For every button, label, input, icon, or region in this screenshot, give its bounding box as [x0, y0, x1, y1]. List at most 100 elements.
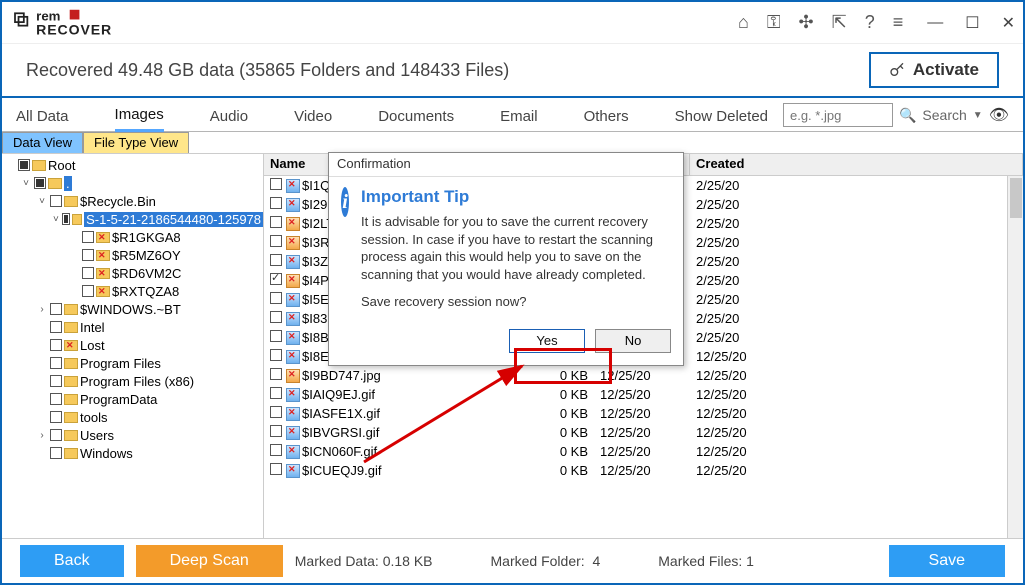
preview-toggle-icon[interactable]: 👁 [989, 105, 1009, 125]
search-input[interactable] [783, 103, 893, 127]
tree-item[interactable]: Lost [4, 336, 263, 354]
checkbox[interactable] [50, 303, 62, 315]
checkbox[interactable] [270, 368, 282, 380]
checkbox[interactable] [270, 216, 282, 228]
category-tab-show-deleted[interactable]: Show Deleted [675, 108, 768, 131]
checkbox[interactable] [270, 178, 282, 190]
help-icon[interactable]: ? [865, 12, 875, 33]
file-row[interactable]: $ICUEQJ9.gif0 KB12/25/2012/25/20 [264, 461, 1023, 480]
checkbox[interactable] [50, 195, 62, 207]
tree-item[interactable]: tools [4, 408, 263, 426]
tree-item[interactable]: ˅. [4, 174, 263, 192]
tree-item[interactable]: ˅$Recycle.Bin [4, 192, 263, 210]
share-icon[interactable]: ✣ [799, 12, 814, 33]
category-tab-audio[interactable]: Audio [210, 108, 248, 131]
back-button[interactable]: Back [20, 545, 124, 577]
checkbox[interactable] [82, 249, 94, 261]
category-tab-email[interactable]: Email [500, 108, 538, 131]
checkbox[interactable] [270, 463, 282, 475]
category-tab-documents[interactable]: Documents [378, 108, 454, 131]
view-tab-file-type-view[interactable]: File Type View [83, 132, 189, 153]
tree-item[interactable]: ProgramData [4, 390, 263, 408]
view-tab-data-view[interactable]: Data View [2, 132, 83, 153]
deep-scan-button[interactable]: Deep Scan [136, 545, 283, 577]
tree-item[interactable]: $RXTQZA8 [4, 282, 263, 300]
close-icon[interactable]: ✕ [1002, 13, 1015, 33]
tree-item[interactable]: $R5MZ6OY [4, 246, 263, 264]
checkbox[interactable] [270, 425, 282, 437]
checkbox[interactable] [34, 177, 46, 189]
scrollbar-thumb[interactable] [1010, 178, 1022, 218]
export-icon[interactable]: ⇱ [832, 12, 847, 33]
dropdown-icon[interactable]: ▼ [973, 110, 983, 121]
checkbox[interactable] [270, 349, 282, 361]
checkbox[interactable] [270, 197, 282, 209]
expand-icon[interactable]: ˅ [52, 214, 60, 225]
checkbox[interactable] [82, 267, 94, 279]
expand-icon[interactable]: ˅ [20, 178, 32, 189]
file-size: 0 KB [524, 387, 594, 402]
checkbox[interactable] [50, 357, 62, 369]
checkbox[interactable] [50, 411, 62, 423]
checkbox[interactable] [270, 444, 282, 456]
maximize-icon[interactable]: ☐ [965, 13, 979, 33]
scrollbar[interactable] [1007, 176, 1023, 538]
file-name: $I9BD747.jpg [302, 368, 381, 383]
file-icon [286, 445, 300, 459]
file-row[interactable]: $ICN060F.gif0 KB12/25/2012/25/20 [264, 442, 1023, 461]
menu-icon[interactable]: ≡ [893, 12, 904, 33]
checkbox[interactable] [82, 231, 94, 243]
checkbox[interactable] [82, 285, 94, 297]
minimize-icon[interactable]: — [927, 14, 943, 32]
file-row[interactable]: $IBVGRSI.gif0 KB12/25/2012/25/20 [264, 423, 1023, 442]
checkbox[interactable] [50, 375, 62, 387]
file-row[interactable]: $I9BD747.jpg0 KB12/25/2012/25/20 [264, 366, 1023, 385]
checkbox[interactable] [270, 254, 282, 266]
category-tab-video[interactable]: Video [294, 108, 332, 131]
folder-icon [96, 268, 110, 279]
save-button[interactable]: Save [889, 545, 1005, 577]
expand-icon[interactable]: ˅ [36, 196, 48, 207]
search-icon[interactable]: 🔍 [899, 107, 916, 124]
checkbox[interactable] [270, 292, 282, 304]
checkbox[interactable] [50, 321, 62, 333]
checkbox[interactable] [62, 213, 71, 225]
checkbox[interactable] [270, 235, 282, 247]
file-row[interactable]: $IASFE1X.gif0 KB12/25/2012/25/20 [264, 404, 1023, 423]
checkbox[interactable] [50, 429, 62, 441]
home-icon[interactable]: ⌂ [738, 12, 749, 33]
checkbox[interactable] [270, 406, 282, 418]
tree-item[interactable]: Intel [4, 318, 263, 336]
column-created[interactable]: Created [690, 154, 1023, 175]
tree-item[interactable]: ˅S-1-5-21-2186544480-125978 [4, 210, 263, 228]
tree-label: Windows [80, 446, 133, 461]
expand-icon[interactable]: › [36, 430, 48, 441]
tree-item[interactable]: $RD6VM2C [4, 264, 263, 282]
tree-item[interactable]: Windows [4, 444, 263, 462]
checkbox[interactable] [270, 330, 282, 342]
checkbox[interactable] [270, 273, 282, 285]
file-icon [286, 388, 300, 402]
category-tab-images[interactable]: Images [115, 106, 164, 132]
checkbox[interactable] [18, 159, 30, 171]
file-row[interactable]: $IAIQ9EJ.gif0 KB12/25/2012/25/20 [264, 385, 1023, 404]
file-name: $I5E [302, 292, 329, 307]
checkbox[interactable] [270, 387, 282, 399]
key-icon[interactable]: ⚿ [767, 12, 781, 33]
tree-item[interactable]: Program Files (x86) [4, 372, 263, 390]
activate-button[interactable]: Activate [869, 52, 999, 88]
tree-item[interactable]: $R1GKGA8 [4, 228, 263, 246]
checkbox[interactable] [50, 447, 62, 459]
file-created: 12/25/20 [690, 444, 1023, 459]
checkbox[interactable] [270, 311, 282, 323]
folder-tree[interactable]: Root˅.˅$Recycle.Bin˅S-1-5-21-2186544480-… [2, 154, 264, 538]
tree-item[interactable]: ›Users [4, 426, 263, 444]
checkbox[interactable] [50, 339, 62, 351]
category-tab-others[interactable]: Others [584, 108, 629, 131]
tree-item[interactable]: Program Files [4, 354, 263, 372]
tree-item[interactable]: ›$WINDOWS.~BT [4, 300, 263, 318]
category-tab-all-data[interactable]: All Data [16, 108, 69, 131]
expand-icon[interactable]: › [36, 304, 48, 315]
tree-item[interactable]: Root [4, 156, 263, 174]
checkbox[interactable] [50, 393, 62, 405]
